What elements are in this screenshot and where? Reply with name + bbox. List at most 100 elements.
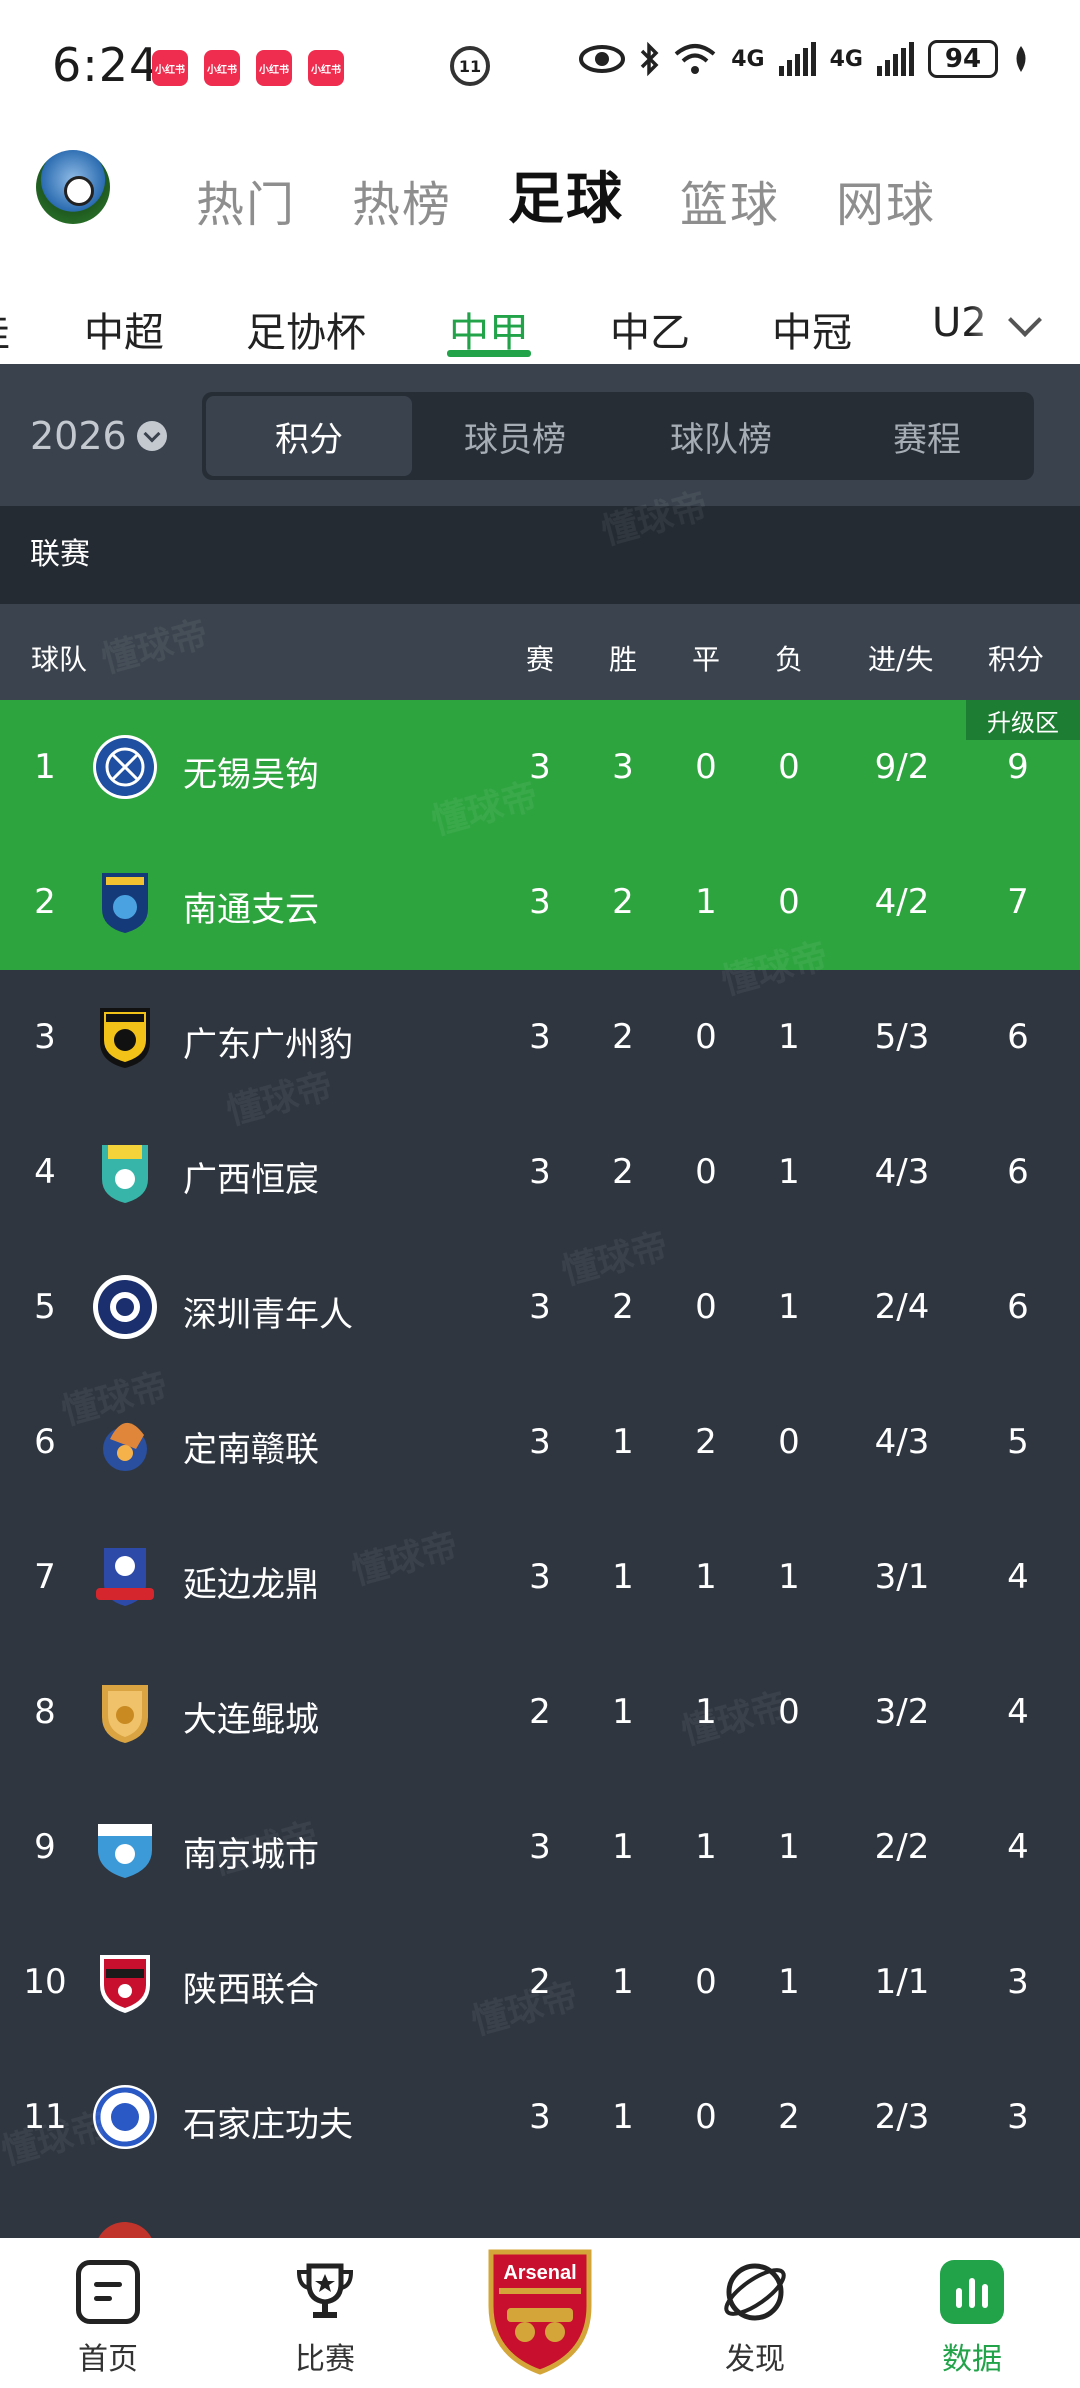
notification-icons: 小红书 小红书 小红书 小红书 bbox=[152, 50, 344, 86]
row-goals: 5/3 bbox=[874, 1017, 930, 1057]
row-won: 2 bbox=[612, 1287, 634, 1327]
mode-icon: 11 bbox=[450, 46, 490, 86]
row-won: 1 bbox=[612, 1557, 634, 1597]
nav-data[interactable]: 数据 bbox=[897, 2238, 1047, 2388]
row-lost: 2 bbox=[778, 2097, 800, 2137]
tab-fa-cup[interactable]: 足协杯 bbox=[246, 300, 366, 358]
team-name: 石家庄功夫 bbox=[183, 2105, 353, 2145]
guangxi-hengchen-logo-icon bbox=[92, 1139, 158, 1205]
row-played: 2 bbox=[529, 1962, 551, 2002]
row-won: 1 bbox=[612, 1422, 634, 1462]
nav-discover[interactable]: 发现 bbox=[680, 2238, 830, 2388]
row-lost: 1 bbox=[778, 1557, 800, 1597]
nav-data-label: 数据 bbox=[942, 2342, 1002, 2377]
battery-icon: 94 bbox=[928, 40, 998, 78]
nav-matches[interactable]: 比赛 bbox=[250, 2238, 400, 2388]
row-drawn: 1 bbox=[695, 1827, 717, 1867]
header-played: 赛 bbox=[526, 643, 555, 676]
filter-bar: 2026 积分 球员榜 球队榜 赛程 bbox=[0, 364, 1080, 506]
team-name: 陕西联合 bbox=[183, 1970, 319, 2010]
segment-standings[interactable]: 积分 bbox=[206, 396, 412, 476]
row-goals: 2/2 bbox=[874, 1827, 930, 1867]
table-row[interactable]: 7 延边龙鼎 3 1 1 1 3/1 4 bbox=[0, 1510, 1080, 1645]
nav-home[interactable]: 首页 bbox=[33, 2238, 183, 2388]
table-row[interactable]: 升级区 1 无锡吴钩 3 3 0 0 9/2 9 bbox=[0, 700, 1080, 835]
row-lost: 0 bbox=[778, 1692, 800, 1732]
table-row[interactable]: 4 广西恒宸 3 2 0 1 4/3 6 bbox=[0, 1105, 1080, 1240]
tab-csl[interactable]: 中超 bbox=[84, 300, 164, 358]
chevron-down-icon bbox=[136, 421, 167, 451]
segment-team-ranking[interactable]: 球队榜 bbox=[618, 396, 824, 476]
table-row[interactable]: 3 广东广州豹 3 2 0 1 5/3 6 bbox=[0, 970, 1080, 1105]
row-goals: 4/2 bbox=[874, 882, 930, 922]
discover-icon bbox=[723, 2260, 787, 2324]
app-header: 热门 热榜 足球 篮球 网球 洼 中超 足协杯 中甲 中乙 中冠 U2 bbox=[0, 130, 1080, 380]
shaanxi-union-logo-icon bbox=[92, 1949, 158, 2015]
tab-league-prev[interactable]: 洼 bbox=[0, 300, 10, 358]
segment-player-ranking[interactable]: 球员榜 bbox=[412, 396, 618, 476]
row-played: 3 bbox=[529, 1827, 551, 1867]
tab-tennis[interactable]: 网球 bbox=[836, 165, 936, 235]
row-rank: 1 bbox=[34, 747, 56, 787]
row-rank: 11 bbox=[23, 2097, 67, 2137]
table-row[interactable]: 6 定南赣联 3 1 2 0 4/3 5 bbox=[0, 1375, 1080, 1510]
chevron-down-icon bbox=[1008, 303, 1042, 337]
row-rank: 8 bbox=[34, 1692, 56, 1732]
signal-bars-icon bbox=[877, 42, 914, 76]
table-row[interactable]: 2 南通支云 3 2 1 0 4/2 7 bbox=[0, 835, 1080, 970]
nav-discover-label: 发现 bbox=[725, 2342, 785, 2377]
header-won: 胜 bbox=[609, 643, 638, 676]
segment-schedule[interactable]: 赛程 bbox=[824, 396, 1030, 476]
arsenal-crest-icon[interactable]: Arsenal bbox=[485, 2246, 595, 2376]
table-row[interactable]: 11 石家庄功夫 3 1 0 2 2/3 3 bbox=[0, 2050, 1080, 2185]
row-drawn: 0 bbox=[695, 2097, 717, 2137]
season-label: 2026 bbox=[30, 414, 127, 458]
tab-hot[interactable]: 热门 bbox=[196, 165, 296, 235]
row-won: 1 bbox=[612, 1827, 634, 1867]
bluetooth-icon bbox=[641, 41, 659, 77]
row-points: 3 bbox=[1007, 1962, 1029, 2002]
team-name: 定南赣联 bbox=[183, 1430, 319, 1470]
user-avatar[interactable] bbox=[36, 150, 110, 224]
tab-hot-list[interactable]: 热榜 bbox=[352, 165, 452, 235]
xiaohongshu-notification-icon: 小红书 bbox=[152, 50, 188, 86]
main-tabs: 热门 热榜 足球 篮球 网球 bbox=[196, 154, 936, 235]
nav-home-label: 首页 bbox=[78, 2342, 138, 2377]
promotion-zone-badge: 升级区 bbox=[966, 700, 1080, 740]
table-row[interactable]: 8 大连鲲城 2 1 1 0 3/2 4 bbox=[0, 1645, 1080, 1780]
tab-china-league-two[interactable]: 中乙 bbox=[610, 300, 690, 358]
row-played: 3 bbox=[529, 1557, 551, 1597]
table-row[interactable]: 9 南京城市 3 1 1 1 2/2 4 bbox=[0, 1780, 1080, 1915]
tab-cmcl[interactable]: 中冠 bbox=[772, 300, 852, 358]
row-rank: 5 bbox=[34, 1287, 56, 1327]
header-lost: 负 bbox=[775, 643, 804, 676]
row-goals: 3/1 bbox=[874, 1557, 930, 1597]
row-drawn: 0 bbox=[695, 1287, 717, 1327]
row-played: 3 bbox=[529, 882, 551, 922]
row-drawn: 0 bbox=[695, 1152, 717, 1192]
football-icon bbox=[64, 176, 94, 206]
row-goals: 4/3 bbox=[874, 1422, 930, 1462]
table-row[interactable]: 5 深圳青年人 3 2 0 1 2/4 6 bbox=[0, 1240, 1080, 1375]
signal-bars-icon bbox=[778, 42, 816, 76]
status-bar: 6:24 小红书 小红书 小红书 小红书 11 4G 4G 94 bbox=[0, 0, 1080, 130]
shenzhen-youth-logo-icon bbox=[92, 1274, 158, 1340]
row-drawn: 1 bbox=[695, 1557, 717, 1597]
team-name: 无锡吴钩 bbox=[183, 755, 319, 795]
row-won: 1 bbox=[612, 1962, 634, 2002]
tab-basketball[interactable]: 篮球 bbox=[680, 165, 780, 235]
row-goals: 4/3 bbox=[874, 1152, 930, 1192]
row-rank: 7 bbox=[34, 1557, 56, 1597]
season-selector[interactable]: 2026 bbox=[30, 414, 167, 458]
section-title: 联赛 bbox=[0, 506, 1080, 604]
team-name: 广西恒宸 bbox=[183, 1160, 319, 1200]
team-name: 大连鲲城 bbox=[183, 1700, 319, 1740]
row-won: 2 bbox=[612, 1152, 634, 1192]
tab-football[interactable]: 足球 bbox=[508, 154, 624, 235]
shijiazhuang-kungfu-logo-icon bbox=[92, 2084, 158, 2150]
team-name: 延边龙鼎 bbox=[183, 1565, 319, 1605]
table-row[interactable]: 10 陕西联合 2 1 0 1 1/1 3 bbox=[0, 1915, 1080, 2050]
dalian-kuncheng-logo-icon bbox=[92, 1679, 158, 1745]
header-team: 球队 bbox=[31, 643, 88, 676]
row-lost: 1 bbox=[778, 1827, 800, 1867]
